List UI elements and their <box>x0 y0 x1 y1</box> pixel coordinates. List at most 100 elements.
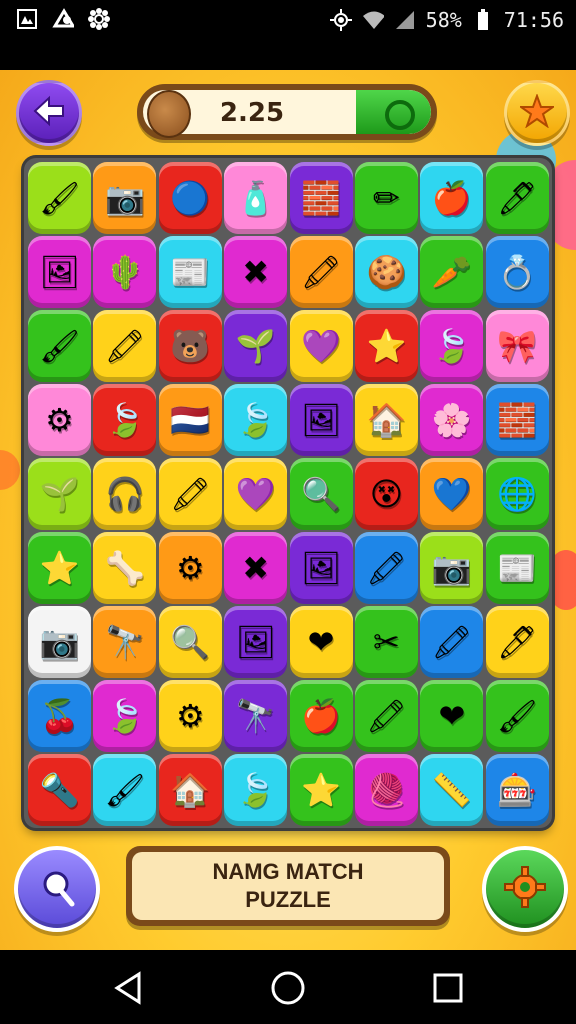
tile[interactable]: 🖌 <box>28 162 91 234</box>
tile[interactable]: 🧱 <box>289 162 353 234</box>
tile[interactable]: 🏠 <box>354 384 418 456</box>
tile-icon: 🖍 <box>169 474 211 513</box>
tile[interactable]: 🦴 <box>93 532 157 604</box>
tile[interactable]: 🖊 <box>485 162 549 234</box>
tile-icon: 🍃 <box>431 326 472 365</box>
tile-icon: 🍎 <box>431 178 472 217</box>
tile[interactable]: 📰 <box>485 532 549 604</box>
tile-icon: 🖌 <box>104 770 146 809</box>
tile-icon: 🔍 <box>301 474 341 513</box>
tile[interactable]: 🏠 <box>158 754 222 826</box>
tile[interactable]: 🍪 <box>354 236 418 308</box>
tile[interactable]: 🥕 <box>420 236 484 308</box>
star-button[interactable] <box>504 80 570 146</box>
tile[interactable]: 🖍 <box>354 532 418 604</box>
tile[interactable]: ✖ <box>224 532 288 604</box>
tile[interactable]: 🖊 <box>485 606 549 678</box>
nav-recents-button[interactable] <box>426 966 470 1010</box>
tile[interactable]: ⭐ <box>354 310 418 382</box>
tile[interactable]: 🖌 <box>28 310 91 382</box>
tile[interactable]: 📷 <box>420 532 484 604</box>
tile[interactable]: ✂ <box>354 606 418 678</box>
tile-icon: 🌸 <box>431 400 472 439</box>
tile[interactable]: 🔵 <box>158 162 222 234</box>
tile[interactable]: 🎀 <box>485 310 549 382</box>
tile[interactable]: ⚙ <box>28 384 91 456</box>
tile[interactable]: 🇳🇱 <box>158 384 222 456</box>
tile[interactable]: 💙 <box>420 458 484 530</box>
tile[interactable]: 🍃 <box>224 384 288 456</box>
tile[interactable]: 😵 <box>354 458 418 530</box>
tile[interactable]: 💍 <box>485 236 549 308</box>
tile[interactable]: 🖌 <box>93 754 157 826</box>
tile[interactable]: ⭐ <box>289 754 353 826</box>
tile[interactable]: ❤ <box>289 606 353 678</box>
tile[interactable]: 📷 <box>28 606 91 678</box>
tile[interactable]: 🖍 <box>289 236 353 308</box>
tile[interactable]: 🍃 <box>93 384 157 456</box>
tile-grid: 🖌 📷 🔵 🧴 🧱 ✏ 🍎 🖊 🖼 🌵 📰 ✖ 🖍 🍪 🥕 💍 🖌 🖍 🐻 🌱 💜 ⭐ 🍃 🎀 ⚙ 🍃 🇳🇱 🍃 🖼 🏠 🌸 🧱 🌱 🎧 🖍 💜 🔍 😵 💙… <box>28 162 549 826</box>
tile[interactable]: ❤ <box>420 680 484 752</box>
tile[interactable]: ✖ <box>224 236 288 308</box>
tile-icon: 🧱 <box>301 178 341 217</box>
nav-back-button[interactable] <box>106 966 150 1010</box>
clock: 71:56 <box>503 8 564 32</box>
tile[interactable]: 🌱 <box>28 458 91 530</box>
tile[interactable]: 🍃 <box>93 680 157 752</box>
tile[interactable]: 🍎 <box>420 162 484 234</box>
tile[interactable]: 🧶 <box>354 754 418 826</box>
tile[interactable]: 🖌 <box>485 680 549 752</box>
tile-icon: ❤ <box>438 696 466 735</box>
tile-icon: ⭐ <box>39 548 80 587</box>
tile[interactable]: 🖍 <box>93 310 157 382</box>
tile[interactable]: 🍒 <box>28 680 91 752</box>
tile-icon: 🖍 <box>431 622 473 661</box>
tile[interactable]: 🔍 <box>289 458 353 530</box>
tile[interactable]: 🔭 <box>93 606 157 678</box>
settings-button[interactable] <box>482 846 568 932</box>
tile[interactable]: ⚙ <box>158 532 222 604</box>
tile[interactable]: 🔍 <box>158 606 222 678</box>
tile[interactable]: 🔭 <box>224 680 288 752</box>
tile[interactable]: 🌵 <box>93 236 157 308</box>
tile-icon: 🖍 <box>366 696 407 735</box>
tile[interactable]: 📷 <box>93 162 157 234</box>
tile[interactable]: 🌸 <box>420 384 484 456</box>
hint-button[interactable] <box>14 846 100 932</box>
tile-icon: 🧶 <box>366 770 407 809</box>
tile[interactable]: 🖼 <box>289 532 353 604</box>
tile-icon: 📷 <box>39 622 80 661</box>
tile[interactable]: 🔦 <box>28 754 91 826</box>
back-button[interactable] <box>16 80 82 146</box>
tile[interactable]: ⚙ <box>158 680 222 752</box>
tile-icon: 🎀 <box>497 326 538 365</box>
tile[interactable]: 🌐 <box>485 458 549 530</box>
tile[interactable]: 🎧 <box>93 458 157 530</box>
bubble-decoration <box>0 450 20 490</box>
tile-icon: 🍒 <box>39 696 80 735</box>
tile[interactable]: 🖼 <box>289 384 353 456</box>
tile[interactable]: ✏ <box>354 162 418 234</box>
tile[interactable]: 🎰 <box>485 754 549 826</box>
tile[interactable]: 🖍 <box>420 606 484 678</box>
tile[interactable]: 🧴 <box>224 162 288 234</box>
tile[interactable]: 🌱 <box>224 310 288 382</box>
tile[interactable]: 🧱 <box>485 384 549 456</box>
tile[interactable]: 🍃 <box>224 754 288 826</box>
tile[interactable]: ⭐ <box>28 532 91 604</box>
tile[interactable]: 🖍 <box>354 680 418 752</box>
tile[interactable]: 🖼 <box>28 236 91 308</box>
tile[interactable]: 🍎 <box>289 680 353 752</box>
tile-icon: 🖌 <box>496 696 538 735</box>
nav-home-button[interactable] <box>266 966 310 1010</box>
tile[interactable]: 🖼 <box>224 606 288 678</box>
tile[interactable]: 💜 <box>289 310 353 382</box>
tile[interactable]: 🍃 <box>420 310 484 382</box>
tile[interactable]: 🐻 <box>158 310 222 382</box>
tile-icon: 💍 <box>497 252 538 291</box>
tile[interactable]: 📏 <box>420 754 484 826</box>
tile[interactable]: 📰 <box>158 236 222 308</box>
tile[interactable]: 🖍 <box>158 458 222 530</box>
tile[interactable]: 💜 <box>224 458 288 530</box>
cell-signal-icon <box>394 9 416 31</box>
